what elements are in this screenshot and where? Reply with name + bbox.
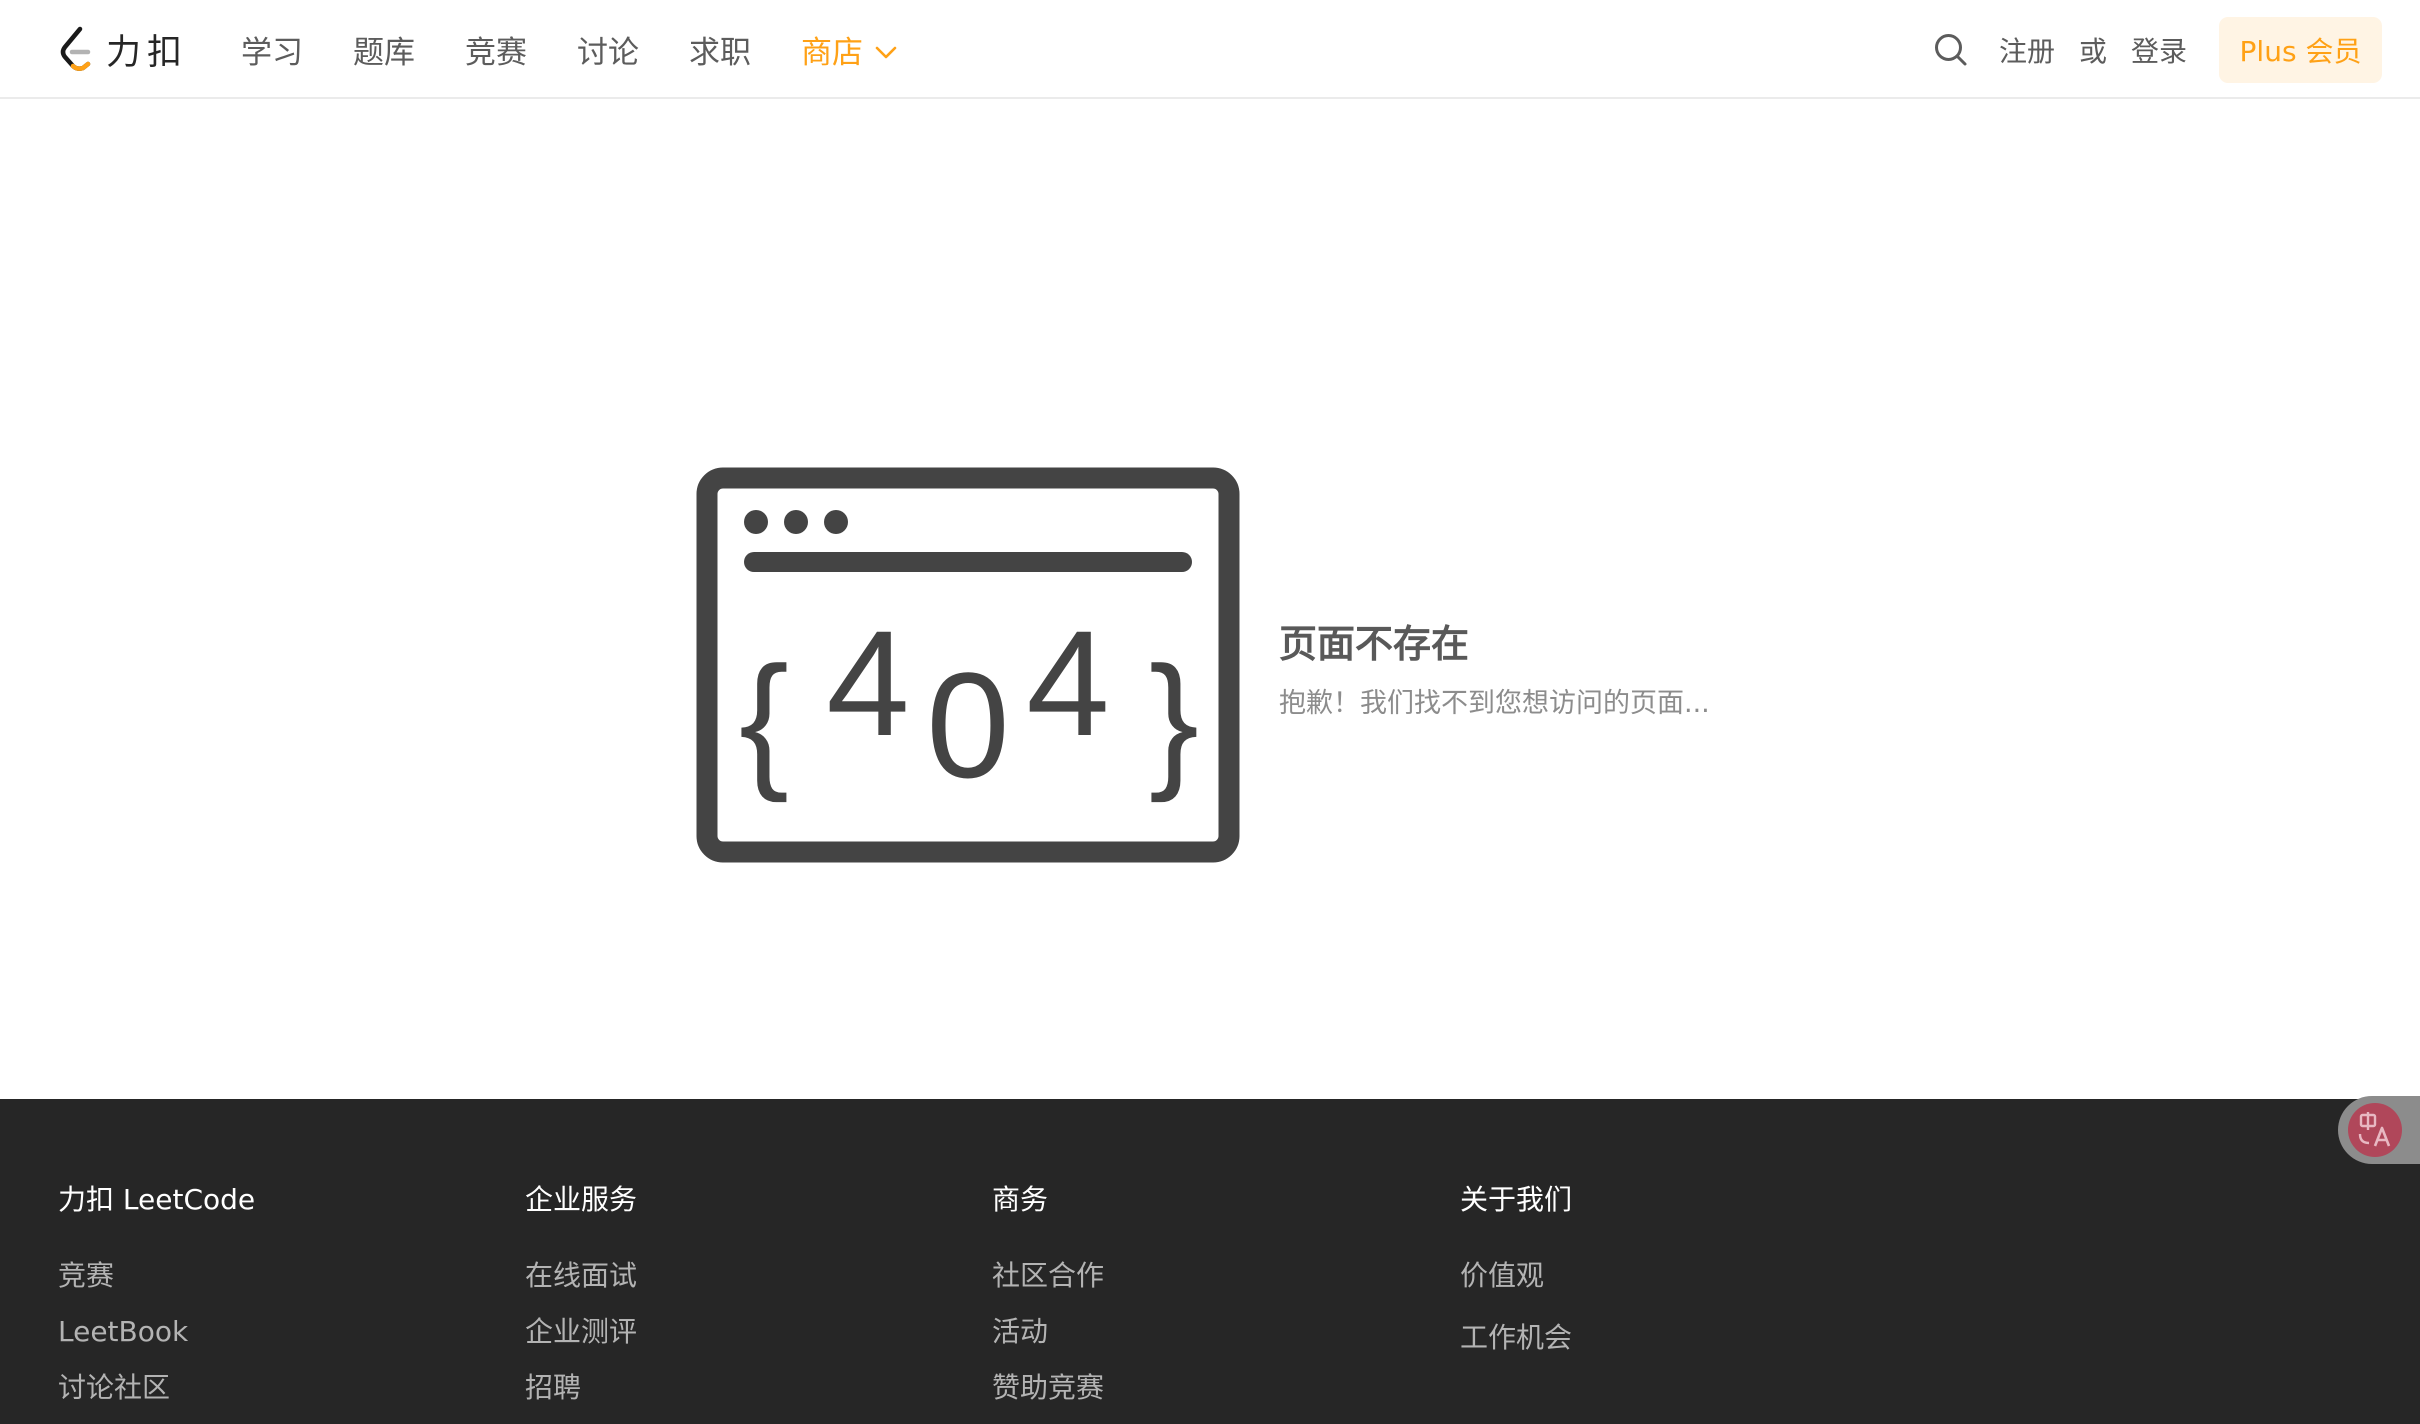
footer-link-careers[interactable]: 工作机会 xyxy=(1460,1317,1572,1379)
header-actions: 注册 或 登录 Plus 会员 xyxy=(1933,17,2382,83)
footer-heading: 企业服务 xyxy=(525,1183,638,1216)
top-nav-bar: 力扣 学习 题库 竞赛 讨论 求职 商店 注册 或 登录 Plus 会员 xyxy=(0,0,2420,99)
nav-jobs[interactable]: 求职 xyxy=(689,27,751,72)
footer-link-interview[interactable]: 在线面试 xyxy=(525,1255,637,1311)
footer-link-events[interactable]: 活动 xyxy=(992,1311,1104,1367)
nav-problemset[interactable]: 题库 xyxy=(353,27,415,72)
footer-link-contest[interactable]: 竞赛 xyxy=(58,1255,255,1311)
browser-404-illustration: { 4 0 4 } xyxy=(696,467,1240,863)
digit-four-right: 4 xyxy=(1026,599,1109,767)
main-nav: 学习 题库 竞赛 讨论 求职 商店 xyxy=(241,0,947,99)
footer-column-leetcode: 力扣 LeetCode 竞赛 LeetBook 讨论社区 xyxy=(58,1179,255,1423)
footer-link-hiring[interactable]: 招聘 xyxy=(525,1367,637,1423)
register-link[interactable]: 注册 xyxy=(1999,30,2055,70)
close-brace-glyph: } xyxy=(1149,635,1199,803)
error-title: 页面不存在 xyxy=(1279,622,1470,666)
footer-column-about: 关于我们 价值观 工作机会 xyxy=(1460,1179,1572,1379)
plus-membership-button[interactable]: Plus 会员 xyxy=(2219,17,2382,83)
error-subtitle: 抱歉！我们找不到您想访问的页面... xyxy=(1279,688,1710,719)
nav-store[interactable]: 商店 xyxy=(801,27,897,72)
footer-heading: 关于我们 xyxy=(1460,1183,1573,1216)
site-footer: 力扣 LeetCode 竞赛 LeetBook 讨论社区 企业服务 在线面试 企… xyxy=(0,1099,2420,1424)
footer-link-assessment[interactable]: 企业测评 xyxy=(525,1311,637,1367)
footer-heading: 力扣 LeetCode xyxy=(58,1183,256,1216)
translate-button[interactable] xyxy=(2338,1096,2420,1164)
login-link[interactable]: 登录 xyxy=(2131,30,2187,70)
footer-link-values[interactable]: 价值观 xyxy=(1460,1255,1572,1317)
nav-store-label: 商店 xyxy=(801,35,863,71)
nav-contest[interactable]: 竞赛 xyxy=(465,27,527,72)
footer-link-community[interactable]: 社区合作 xyxy=(992,1255,1104,1311)
nav-discuss[interactable]: 讨论 xyxy=(577,27,639,72)
translate-icon xyxy=(2348,1103,2402,1157)
error-page: { 4 0 4 } 页面不存在 抱歉！我们找不到您想访问的页面... xyxy=(0,101,2420,1099)
footer-link-leetbook[interactable]: LeetBook xyxy=(58,1311,255,1367)
digit-zero: 0 xyxy=(926,641,1009,809)
logo-text: 力扣 xyxy=(106,32,189,73)
footer-link-sponsor[interactable]: 赞助竞赛 xyxy=(992,1367,1104,1423)
footer-heading: 商务 xyxy=(992,1183,1049,1216)
footer-column-enterprise: 企业服务 在线面试 企业测评 招聘 xyxy=(525,1179,637,1423)
footer-link-discuss[interactable]: 讨论社区 xyxy=(58,1367,255,1423)
or-text: 或 xyxy=(2078,35,2107,68)
footer-column-business: 商务 社区合作 活动 赞助竞赛 xyxy=(992,1179,1104,1423)
open-brace-glyph: { xyxy=(739,635,789,803)
logo[interactable]: 力扣 xyxy=(58,24,188,74)
nav-learn[interactable]: 学习 xyxy=(241,27,303,72)
chevron-down-icon xyxy=(875,32,897,68)
search-icon[interactable] xyxy=(1933,32,1969,68)
leetcode-logo-icon xyxy=(60,26,91,71)
digit-four-left: 4 xyxy=(826,599,909,767)
